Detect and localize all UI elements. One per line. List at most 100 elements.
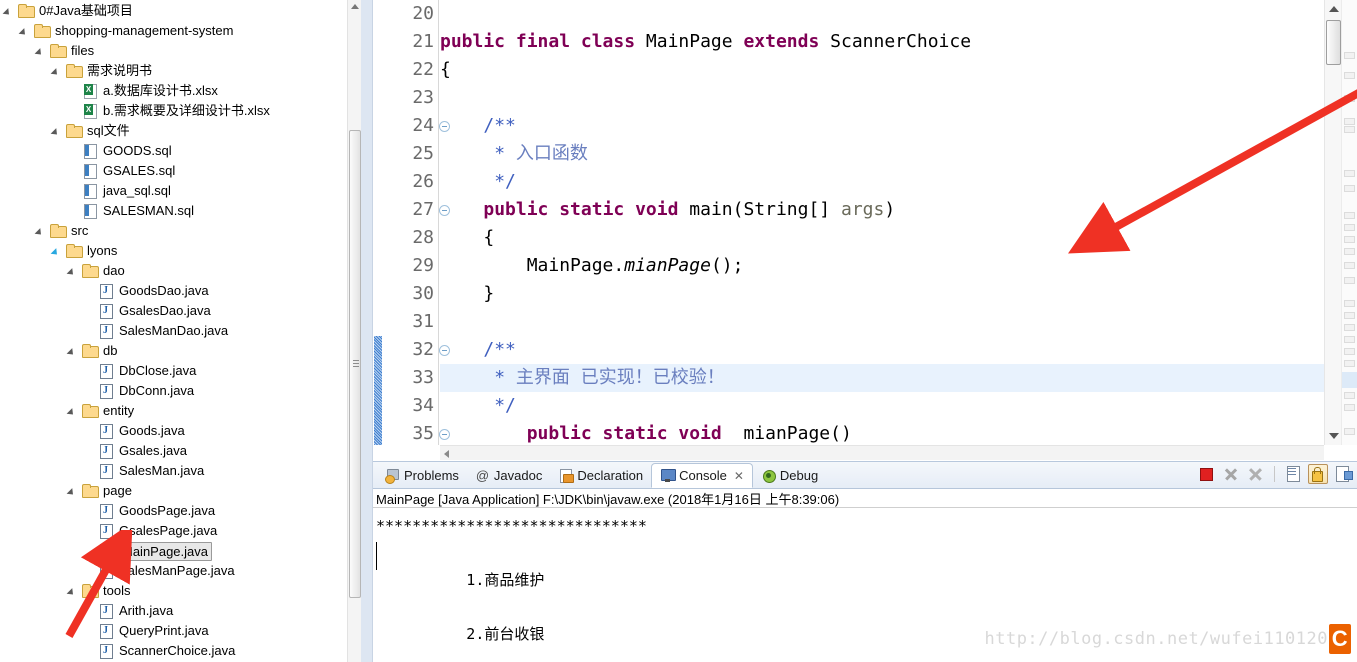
tree-item[interactable]: GoodsDao.java [0,281,348,301]
tree-item[interactable]: lyons [0,241,348,261]
code-line[interactable]: public static void main(String[] args) [440,196,1357,224]
console-output[interactable]: ****************************** 1.商品维护 2.… [373,509,1357,662]
scroll-up-arrow-icon[interactable] [351,4,359,9]
remove-launch-button[interactable] [1221,464,1241,484]
tab-problems[interactable]: Problems [377,463,467,488]
line-number: 22 [412,59,434,80]
code-line[interactable] [440,84,1357,112]
tree-item[interactable]: 需求说明书 [0,61,348,81]
expand-collapse-icon[interactable] [52,246,63,257]
tree-item-label: b.需求概要及详细设计书.xlsx [103,103,270,118]
code-line[interactable] [440,308,1357,336]
tree-item[interactable]: Gsales.java [0,441,348,461]
tree-item-label: GsalesDao.java [119,303,211,318]
sidebar-scrollbar-thumb[interactable] [349,130,361,598]
tree-item[interactable]: a.数据库设计书.xlsx [0,81,348,101]
tree-item[interactable]: DbClose.java [0,361,348,381]
editor-scrollbar-thumb[interactable] [1326,20,1341,65]
expand-collapse-icon[interactable] [36,226,47,237]
tree-item[interactable]: GsalesPage.java [0,521,348,541]
tab-declaration[interactable]: Declaration [550,463,651,488]
expand-collapse-icon[interactable] [52,126,63,137]
scroll-down-arrow-icon[interactable] [1329,433,1339,439]
code-line[interactable]: * 主界面 已实现！已校验！ [440,364,1357,392]
clear-console-button[interactable] [1283,464,1303,484]
tree-item-label: a.数据库设计书.xlsx [103,83,218,98]
code-line[interactable] [440,0,1357,28]
code-line[interactable]: */ [440,168,1357,196]
tab-javadoc[interactable]: Javadoc [467,463,550,488]
tree-item[interactable]: SALESMAN.sql [0,201,348,221]
code-line[interactable]: * 入口函数 [440,140,1357,168]
tree-item[interactable]: GSALES.sql [0,161,348,181]
expand-collapse-icon[interactable] [36,46,47,57]
line-number: 20 [412,3,434,24]
tree-item[interactable]: b.需求概要及详细设计书.xlsx [0,101,348,121]
terminate-button[interactable] [1196,464,1216,484]
editor-overview-ruler[interactable] [1341,0,1357,445]
expand-collapse-icon[interactable] [52,66,63,77]
tree-item[interactable]: Goods.java [0,421,348,441]
tree-item-label: GoodsPage.java [119,503,216,518]
code-line[interactable]: { [440,56,1357,84]
editor-vertical-scrollbar[interactable] [1324,0,1341,445]
tab-console[interactable]: Console ✕ [651,463,753,488]
package-explorer-panel[interactable]: 0#Java基础项目 shopping-management-system file… [0,0,373,662]
expand-collapse-icon[interactable] [68,266,79,277]
scroll-lock-button[interactable] [1308,464,1328,484]
console-toolbar[interactable] [1196,464,1353,484]
tree-item[interactable]: files [0,41,348,61]
code-editor[interactable]: 20 21 22 23 24 25 26 27 28 29 30 31 32 33 34 35 public … [373,0,1357,460]
code-line[interactable]: MainPage.mianPage(); [440,252,1357,280]
tree-item[interactable]: db [0,341,348,361]
tab-debug[interactable]: Debug [753,463,826,488]
close-icon[interactable]: ✕ [734,469,744,483]
code-line[interactable]: { [440,224,1357,252]
expand-collapse-icon[interactable] [68,406,79,417]
tree-item[interactable]: ScannerChoice.java [0,641,348,661]
tree-item[interactable]: sql文件 [0,121,348,141]
sidebar-vertical-scrollbar[interactable] [347,0,361,662]
tree-item[interactable]: GsalesDao.java [0,301,348,321]
code-line[interactable]: public static void mianPage() [440,420,1357,445]
expand-collapse-icon[interactable] [68,346,79,357]
tree-item[interactable]: java_sql.sql [0,181,348,201]
expand-collapse-icon[interactable] [20,26,31,37]
tree-item[interactable]: SalesMan.java [0,461,348,481]
tree-item[interactable]: SalesManDao.java [0,321,348,341]
tree-item[interactable]: GoodsPage.java [0,501,348,521]
sidebar-right-gutter [361,0,372,662]
scroll-left-arrow-icon[interactable] [444,450,449,458]
expand-collapse-icon[interactable] [4,6,15,17]
tree-item[interactable]: SalesManPage.java [0,561,348,581]
tree-item[interactable]: GOODS.sql [0,141,348,161]
console-panel[interactable]: ProblemsJavadocDeclarationConsole✕Debug … [373,461,1357,662]
tree-item[interactable]: QueryPrint.java [0,621,348,641]
tree-item[interactable]: MainPage.java [0,541,348,561]
scroll-up-arrow-icon[interactable] [1329,6,1339,12]
expand-collapse-icon[interactable] [68,486,79,497]
pin-console-button[interactable] [1333,464,1353,484]
code-text-area[interactable]: public final class MainPage extends Scan… [440,0,1357,445]
code-line[interactable]: /** [440,112,1357,140]
tree-item[interactable]: src [0,221,348,241]
tree-item[interactable]: Arith.java [0,601,348,621]
code-line[interactable]: */ [440,392,1357,420]
code-line[interactable]: /** [440,336,1357,364]
tree-item[interactable]: shopping-management-system [0,21,348,41]
tree-item[interactable]: tools [0,581,348,601]
tree-item[interactable]: DbConn.java [0,381,348,401]
tree-item[interactable]: dao [0,261,348,281]
tree-item[interactable]: entity [0,401,348,421]
project-tree[interactable]: 0#Java基础项目 shopping-management-system file… [0,0,348,661]
remove-all-terminated-button[interactable] [1246,464,1266,484]
editor-horizontal-scrollbar[interactable] [440,445,1324,460]
code-line[interactable]: public final class MainPage extends Scan… [440,28,1357,56]
code-line[interactable]: } [440,280,1357,308]
tree-item[interactable]: page [0,481,348,501]
line-number-gutter[interactable]: 20 21 22 23 24 25 26 27 28 29 30 31 32 33 34 35 [383,0,450,448]
tree-item[interactable]: 0#Java基础项目 [0,1,348,21]
line-number: 35 [383,420,450,448]
expand-collapse-icon[interactable] [68,586,79,597]
